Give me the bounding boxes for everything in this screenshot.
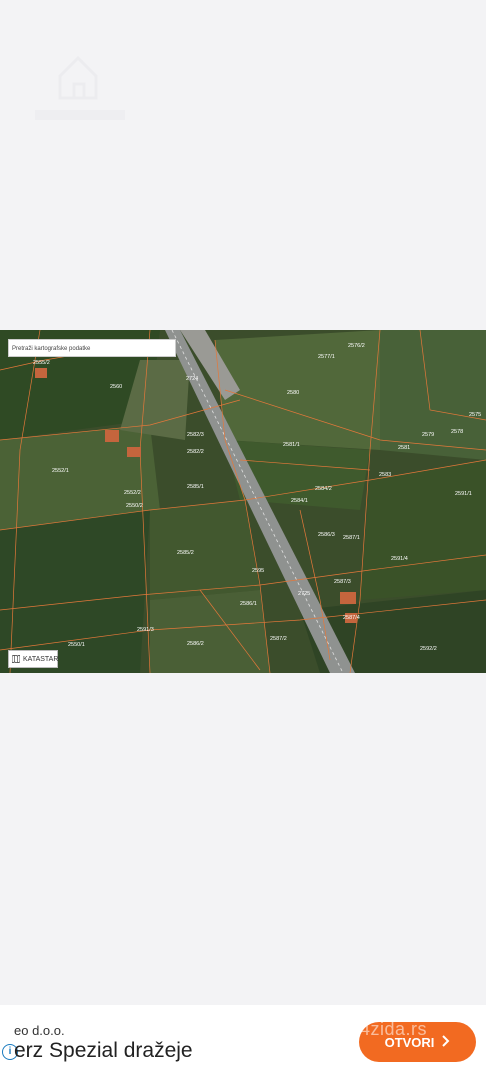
map-search-input[interactable]: Pretraži kartografske podatke	[8, 339, 176, 357]
parcel-label: 2591/1	[455, 491, 472, 497]
parcel-label: 2586/2	[187, 641, 204, 647]
parcel-label: 2581/1	[283, 442, 300, 448]
parcel-label: 2592/2	[420, 646, 437, 652]
chevron-right-icon	[442, 1034, 450, 1050]
parcel-label: 2583	[379, 472, 391, 478]
parcel-label: 2587/4	[343, 615, 360, 621]
parcel-label: 2585/1	[187, 484, 204, 490]
parcel-label: 2586/1	[240, 601, 257, 607]
parcel-label: 2595	[252, 568, 264, 574]
parcel-label: 2579	[422, 432, 434, 438]
parcel-label: 2582/2	[187, 449, 204, 455]
parcel-label: 2552/1	[52, 468, 69, 474]
parcel-label: 2578	[451, 429, 463, 435]
layer-toggle-button[interactable]: KATASTAR	[8, 650, 58, 668]
ad-banner[interactable]: i eo d.o.o. erz Spezial dražeje OTVORI 4…	[0, 1005, 486, 1080]
layer-label: KATASTAR	[23, 655, 59, 663]
parcel-label: 2550/2	[126, 503, 143, 509]
parcel-label: 2587/3	[334, 579, 351, 585]
logo-watermark	[30, 36, 130, 128]
parcel-label: 2550/1	[68, 642, 85, 648]
ad-company: eo d.o.o.	[14, 1023, 65, 1038]
parcel-label: 2586/3	[318, 532, 335, 538]
parcel-label: 2581	[398, 445, 410, 451]
parcel-label: 2725	[298, 591, 310, 597]
parcel-label: 2591/4	[391, 556, 408, 562]
ad-title: erz Spezial dražeje	[14, 1039, 193, 1062]
parcel-label: 2576/2	[348, 343, 365, 349]
parcel-label: 2587/2	[270, 636, 287, 642]
parcel-label: 2585/2	[177, 550, 194, 556]
parcel-label: 2724	[186, 376, 198, 382]
parcel-label: 2587/1	[343, 535, 360, 541]
parcel-label: 2575	[469, 412, 481, 418]
cadastral-map[interactable]: 2555/2 2577/1 2576/2 2560 2724 2580 2575…	[0, 330, 486, 673]
parcel-label: 2580	[287, 390, 299, 396]
parcel-label: 2577/1	[318, 354, 335, 360]
parcel-label: 2555/2	[33, 360, 50, 366]
parcel-label: 2552/2	[124, 490, 141, 496]
parcel-label: 2560	[110, 384, 122, 390]
parcel-label: 2584/2	[315, 486, 332, 492]
parcel-label: 2591/3	[137, 627, 154, 633]
parcel-label: 2582/3	[187, 432, 204, 438]
watermark-text: 4zida.rs	[360, 1019, 428, 1039]
parcel-label: 2584/1	[291, 498, 308, 504]
map-icon	[12, 655, 20, 663]
